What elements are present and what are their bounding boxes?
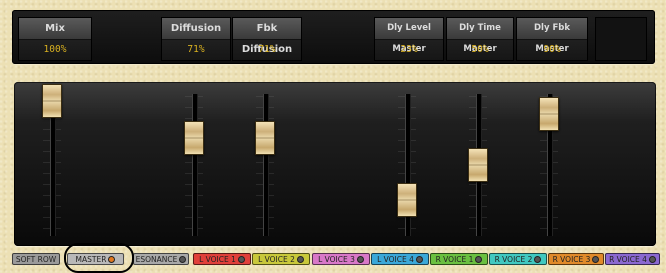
param-dly-level-master[interactable]: Dly Level Master 23%	[374, 17, 444, 61]
tab-indicator-icon	[648, 256, 656, 263]
param-diffusion-value: 71%	[187, 44, 205, 55]
tab-r-voice-3[interactable]: R VOICE 3	[548, 253, 604, 265]
tab-resonance[interactable]: ESONANCE	[133, 253, 189, 265]
fader-dly-fbk-master[interactable]	[534, 82, 564, 246]
tab-indicator-icon	[534, 256, 542, 263]
fader-diffusion[interactable]	[179, 82, 209, 246]
param-fbk-diffusion-label: Fbk Diffusion	[233, 18, 301, 55]
param-dly-time-master-label: Dly Time Master	[447, 18, 513, 54]
tab-soft-row[interactable]: SOFT ROW	[12, 253, 60, 265]
fader-handle-diffusion[interactable]	[184, 121, 204, 156]
fader-panel	[14, 82, 656, 246]
tab-indicator-icon	[592, 256, 600, 263]
tab-indicator-icon	[475, 256, 483, 263]
fader-fbk-diffusion[interactable]	[250, 82, 280, 246]
param-dly-level-master-label: Dly Level Master	[375, 18, 443, 54]
fader-handle-dly-time-master[interactable]	[468, 148, 488, 182]
tab-r-voice-4[interactable]: R VOICE 4	[605, 253, 660, 265]
tab-label: L VOICE 4	[377, 255, 414, 264]
tab-indicator-icon	[415, 256, 423, 263]
param-mix-value: 100%	[43, 44, 67, 55]
param-mix-label: Mix	[19, 18, 91, 40]
param-mix[interactable]: Mix 100%	[18, 17, 92, 61]
param-dly-time-master[interactable]: Dly Time Master 50%	[446, 17, 514, 61]
fader-handle-dly-fbk-master[interactable]	[539, 96, 559, 131]
fader-handle-dly-level-master[interactable]	[397, 182, 417, 217]
tab-l-voice-4[interactable]: L VOICE 4	[371, 253, 429, 265]
voice-tab-bar: SOFT ROW MASTER ESONANCE L VOICE 1 L VOI…	[12, 253, 660, 265]
parameter-display-strip: Mix 100% Diffusion 71% Fbk Diffusion 71%…	[12, 10, 655, 64]
tab-master[interactable]: MASTER	[67, 253, 124, 265]
tab-label: MASTER	[75, 255, 107, 264]
param-diffusion-label: Diffusion	[162, 18, 230, 40]
tab-label: R VOICE 1	[435, 255, 474, 264]
tab-indicator-icon	[237, 256, 245, 263]
fader-track	[263, 94, 269, 236]
fader-dly-time-master[interactable]	[463, 82, 493, 246]
param-dly-fbk-master-value: 90%	[543, 44, 561, 55]
tab-r-voice-1[interactable]: R VOICE 1	[430, 253, 488, 265]
fader-dly-level-master[interactable]	[392, 82, 422, 246]
tab-label: R VOICE 3	[552, 255, 591, 264]
param-dly-time-master-value: 50%	[471, 44, 489, 55]
param-diffusion[interactable]: Diffusion 71%	[161, 17, 231, 61]
tab-label: L VOICE 3	[318, 255, 355, 264]
param-dly-fbk-master-label: Dly Fbk Master	[517, 18, 587, 54]
tab-label: L VOICE 2	[258, 255, 295, 264]
fader-track	[192, 94, 198, 236]
tab-indicator-icon	[108, 256, 116, 263]
tab-l-voice-3[interactable]: L VOICE 3	[312, 253, 370, 265]
tab-label: L VOICE 1	[199, 255, 236, 264]
tab-label: ESONANCE	[135, 255, 178, 264]
param-dly-level-master-value: 23%	[400, 44, 418, 55]
tab-label: R VOICE 4	[609, 255, 647, 264]
tab-l-voice-2[interactable]: L VOICE 2	[252, 253, 310, 265]
fader-handle-mix[interactable]	[42, 84, 62, 118]
tab-indicator-icon	[296, 256, 304, 263]
tab-r-voice-2[interactable]: R VOICE 2	[489, 253, 547, 265]
tab-indicator-icon	[356, 256, 364, 263]
empty-param-slot	[595, 17, 647, 61]
tab-label: SOFT ROW	[15, 255, 57, 264]
fader-handle-fbk-diffusion[interactable]	[255, 121, 275, 156]
tab-indicator-icon	[179, 256, 187, 263]
param-dly-fbk-master[interactable]: Dly Fbk Master 90%	[516, 17, 588, 61]
tab-l-voice-1[interactable]: L VOICE 1	[193, 253, 251, 265]
param-fbk-diffusion[interactable]: Fbk Diffusion 71%	[232, 17, 302, 61]
tab-label: R VOICE 2	[494, 255, 533, 264]
fader-mix[interactable]	[37, 82, 67, 246]
